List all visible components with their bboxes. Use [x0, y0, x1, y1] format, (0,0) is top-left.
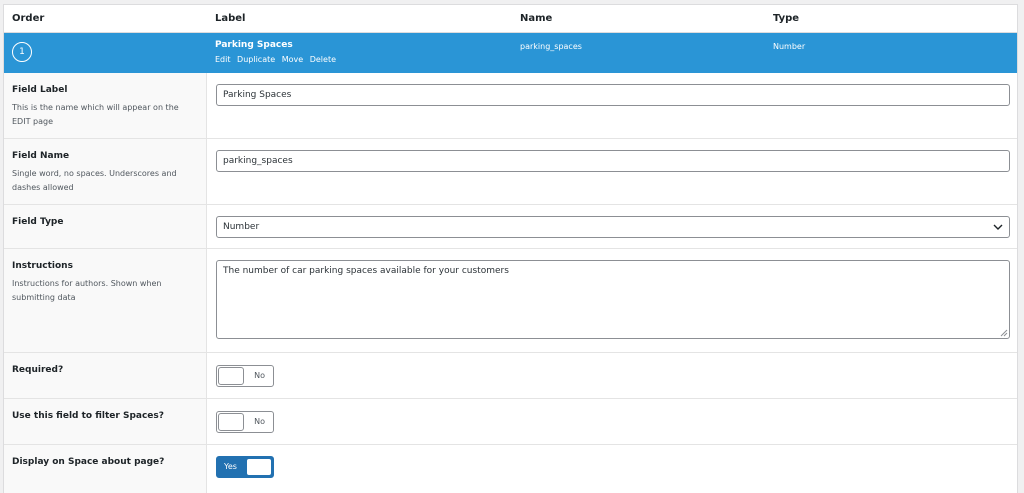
setting-title: Field Name [12, 151, 70, 161]
toggle-knob [218, 367, 244, 385]
setting-row-field-label: Field Label This is the name which will … [4, 73, 1017, 139]
edit-link[interactable]: Edit [215, 55, 231, 64]
setting-label-column: Display on Space about page? [4, 445, 207, 493]
resize-grip-icon[interactable] [1000, 329, 1008, 337]
delete-link[interactable]: Delete [310, 55, 336, 64]
toggle-state: No [254, 371, 265, 380]
field-type-selected: Number [223, 222, 260, 232]
field-name-input[interactable]: parking_spaces [216, 150, 1010, 172]
field-name-value: parking_spaces [520, 42, 582, 51]
setting-label-column: Instructions Instructions for authors. S… [4, 249, 207, 352]
field-editor-panel: Order Label Name Type 1 Parking Spaces E… [3, 4, 1018, 493]
toggle-state: Yes [224, 462, 237, 471]
field-type-value: Number [773, 42, 806, 51]
fields-table-header: Order Label Name Type [4, 5, 1017, 33]
setting-label-column: Field Name Single word, no spaces. Under… [4, 139, 207, 204]
filter-toggle[interactable]: No [216, 411, 274, 433]
field-label-link[interactable]: Parking Spaces [215, 40, 293, 50]
field-type-select[interactable]: Number [216, 216, 1010, 238]
setting-label-column: Use this field to filter Spaces? [4, 399, 207, 444]
field-actions: Edit Duplicate Move Delete [215, 55, 340, 64]
toggle-knob [218, 413, 244, 431]
setting-title: Field Label [12, 85, 68, 95]
header-label: Label [215, 13, 246, 24]
setting-label-column: Required? [4, 353, 207, 398]
setting-title: Field Type [12, 217, 64, 227]
setting-description: Single word, no spaces. Underscores and … [12, 169, 177, 192]
duplicate-link[interactable]: Duplicate [237, 55, 275, 64]
setting-row-required: Required? No [4, 353, 1017, 399]
field-label-input[interactable]: Parking Spaces [216, 84, 1010, 106]
setting-description: Instructions for authors. Shown when sub… [12, 279, 162, 302]
setting-row-field-type: Field Type Number [4, 205, 1017, 249]
setting-title: Instructions [12, 261, 73, 271]
setting-title: Use this field to filter Spaces? [12, 411, 164, 421]
setting-description: This is the name which will appear on th… [12, 103, 179, 126]
field-row-active[interactable]: 1 Parking Spaces Edit Duplicate Move Del… [4, 33, 1017, 73]
move-link[interactable]: Move [282, 55, 303, 64]
instructions-textarea[interactable]: The number of car parking spaces availab… [216, 260, 1010, 339]
order-badge[interactable]: 1 [12, 42, 32, 62]
chevron-down-icon [993, 224, 1003, 230]
toggle-state: No [254, 417, 265, 426]
setting-title: Required? [12, 365, 64, 375]
setting-row-field-name: Field Name Single word, no spaces. Under… [4, 139, 1017, 205]
setting-label-column: Field Label This is the name which will … [4, 73, 207, 138]
setting-row-filter: Use this field to filter Spaces? No [4, 399, 1017, 445]
display-toggle[interactable]: Yes [216, 456, 274, 478]
setting-label-column: Field Type [4, 205, 207, 248]
header-name: Name [520, 13, 553, 24]
header-order: Order [12, 13, 45, 24]
toggle-knob [246, 458, 272, 476]
instructions-text: The number of car parking spaces availab… [223, 266, 509, 276]
setting-title: Display on Space about page? [12, 457, 165, 467]
setting-row-instructions: Instructions Instructions for authors. S… [4, 249, 1017, 353]
required-toggle[interactable]: No [216, 365, 274, 387]
header-type: Type [773, 13, 800, 24]
setting-row-display: Display on Space about page? Yes [4, 445, 1017, 493]
